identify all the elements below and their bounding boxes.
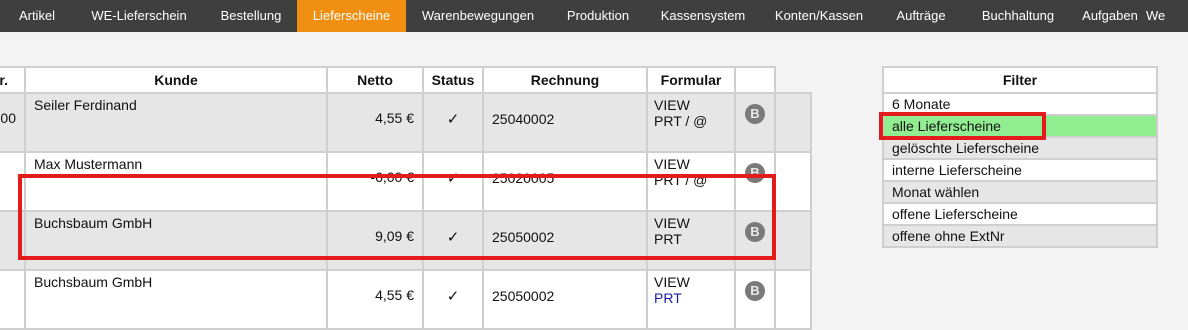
tab-buchhaltung[interactable]: Buchhaltung [964,0,1072,32]
tab-truncated[interactable]: We [1144,0,1188,32]
filter-title: Filter [882,66,1158,94]
tab-konten-kassen[interactable]: Konten/Kassen [760,0,878,32]
cell-formular: VIEW PRT / @ [646,92,736,153]
view-link[interactable]: VIEW [654,215,733,231]
cell-rechnung[interactable]: 25020005 [482,151,648,212]
cell-netto: 4,55 € [326,92,424,153]
tab-lieferscheine[interactable]: Lieferscheine [297,0,406,32]
print-email-link[interactable]: PRT / @ [654,113,733,129]
print-email-link[interactable]: PRT / @ [654,172,733,188]
cell-formular: VIEW PRT [646,269,736,330]
tab-aufgaben[interactable]: Aufgaben [1072,0,1148,32]
tab-auftraege[interactable]: Aufträge [878,0,964,32]
cell-nr [0,151,26,212]
table-row[interactable]: 00 Seiler Ferdinand 4,55 € ✓ 25040002 VI… [0,92,812,153]
filter-panel: Filter 6 Monate alle Lieferscheine gelös… [882,66,1158,248]
lieferscheine-table: hr. Kunde Netto Status Rechnung Formular… [0,66,812,330]
cell-icon: B [734,210,776,271]
cell-formular: VIEW PRT [646,210,736,271]
tab-produktion[interactable]: Produktion [550,0,646,32]
col-header-nr[interactable]: hr. [0,66,26,94]
col-header-netto[interactable]: Netto [326,66,424,94]
cell-spacer [774,151,812,212]
tab-artikel[interactable]: Artikel [0,0,74,32]
filter-item-alle-lieferscheine[interactable]: alle Lieferscheine [882,114,1158,138]
cell-rechnung[interactable]: 25040002 [482,92,648,153]
col-header-formular[interactable]: Formular [646,66,736,94]
col-header-kunde[interactable]: Kunde [24,66,328,94]
status-check-icon: ✓ [422,210,484,271]
tab-bestellung[interactable]: Bestellung [204,0,298,32]
cell-rechnung[interactable]: 25050002 [482,269,648,330]
cell-icon: B [734,269,776,330]
cell-nr [0,210,26,271]
cell-nr [0,269,26,330]
tab-warenbewegungen[interactable]: Warenbewegungen [406,0,550,32]
filter-item-6-monate[interactable]: 6 Monate [882,92,1158,116]
tab-kassensystem[interactable]: Kassensystem [646,0,760,32]
print-link[interactable]: PRT [654,290,733,306]
filter-item-interne[interactable]: interne Lieferscheine [882,158,1158,182]
b-circle-icon[interactable]: B [745,222,765,242]
cell-netto: 4,55 € [326,269,424,330]
status-check-icon: ✓ [422,92,484,153]
cell-kunde[interactable]: Buchsbaum GmbH [24,210,328,271]
b-circle-icon[interactable]: B [745,281,765,301]
table-row[interactable]: Max Mustermann -6,00 € ✓ 25020005 VIEW P… [0,151,812,212]
table-header-row: hr. Kunde Netto Status Rechnung Formular [0,66,811,94]
cell-netto: 9,09 € [326,210,424,271]
view-link[interactable]: VIEW [654,97,733,113]
cell-rechnung[interactable]: 25050002 [482,210,648,271]
cell-kunde[interactable]: Buchsbaum GmbH [24,269,328,330]
col-header-icon [734,66,776,94]
b-circle-icon[interactable]: B [745,104,765,124]
cell-spacer [774,92,812,153]
cell-spacer [774,210,812,271]
cell-kunde[interactable]: Seiler Ferdinand [24,92,328,153]
filter-item-offene-ohne-extnr[interactable]: offene ohne ExtNr [882,224,1158,248]
filter-item-offene[interactable]: offene Lieferscheine [882,202,1158,226]
col-header-rechnung[interactable]: Rechnung [482,66,648,94]
cell-nr: 00 [0,92,26,153]
cell-netto: -6,00 € [326,151,424,212]
b-circle-icon[interactable]: B [745,163,765,183]
filter-item-monat-waehlen[interactable]: Monat wählen [882,180,1158,204]
table-row[interactable]: Buchsbaum GmbH 9,09 € ✓ 25050002 VIEW PR… [0,210,812,271]
view-link[interactable]: VIEW [654,274,733,290]
header-spacer [774,67,811,94]
cell-kunde[interactable]: Max Mustermann [24,151,328,212]
print-link[interactable]: PRT [654,231,733,247]
table-row[interactable]: Buchsbaum GmbH 4,55 € ✓ 25050002 VIEW PR… [0,269,812,330]
cell-formular: VIEW PRT / @ [646,151,736,212]
view-link[interactable]: VIEW [654,156,733,172]
top-navigation: Artikel WE-Lieferschein Bestellung Liefe… [0,0,1188,32]
status-check-icon: ✓ [422,151,484,212]
col-header-status[interactable]: Status [422,66,484,94]
cell-spacer [774,269,812,330]
cell-icon: B [734,92,776,153]
tab-we-lieferschein[interactable]: WE-Lieferschein [74,0,204,32]
status-check-icon: ✓ [422,269,484,330]
filter-item-geloeschte[interactable]: gelöschte Lieferscheine [882,136,1158,160]
cell-icon: B [734,151,776,212]
